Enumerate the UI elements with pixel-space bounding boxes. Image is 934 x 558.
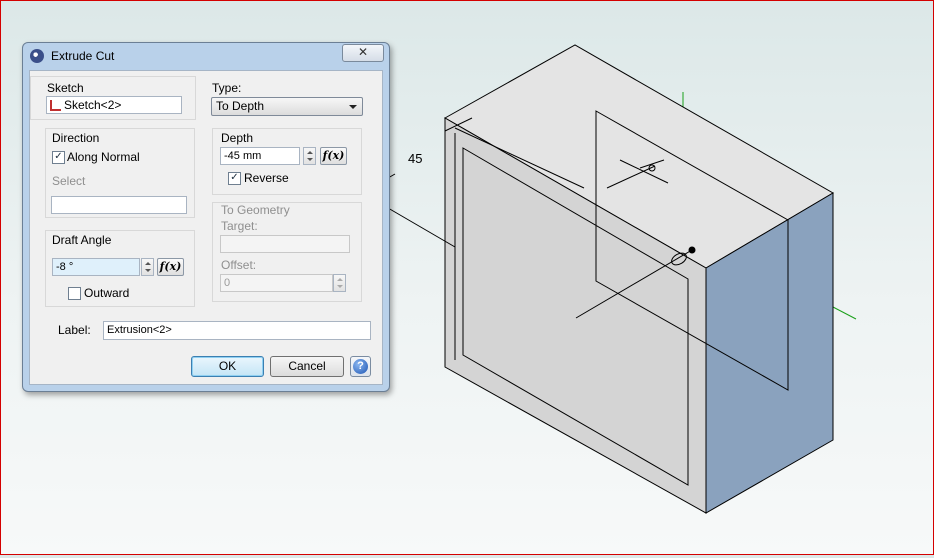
offset-spinner[interactable]	[333, 274, 346, 292]
type-select[interactable]: To Depth	[211, 97, 363, 116]
reverse-label: Reverse	[244, 171, 289, 185]
target-label: Target:	[221, 219, 258, 233]
depth-input[interactable]: -45 mm	[220, 147, 300, 165]
close-button[interactable]: ✕	[342, 44, 384, 62]
direction-group-label: Direction	[52, 131, 100, 145]
depth-group: Depth -45 mm f(x) ✓ Reverse	[212, 128, 362, 195]
sketch-icon	[50, 100, 61, 111]
label-input[interactable]: Extrusion<2>	[103, 321, 371, 340]
drag-handle[interactable]	[688, 246, 696, 254]
dimension-label[interactable]: 45	[408, 151, 422, 166]
draft-angle-fx-button[interactable]: f(x)	[157, 258, 184, 276]
sketch-group: Sketch Sketch<2>	[30, 76, 196, 120]
offset-input[interactable]: 0	[220, 274, 333, 292]
sketch-group-label: Sketch	[47, 81, 84, 95]
along-normal-label: Along Normal	[67, 150, 140, 164]
direction-select-field[interactable]	[51, 196, 187, 214]
label-caption: Label:	[58, 323, 91, 337]
draft-angle-spinner[interactable]	[141, 258, 154, 276]
chevron-down-icon[interactable]	[349, 105, 357, 109]
target-field[interactable]	[220, 235, 350, 253]
depth-spinner[interactable]	[303, 147, 316, 165]
help-icon: ?	[353, 359, 368, 374]
draft-angle-group-label: Draft Angle	[52, 233, 112, 247]
select-label: Select	[52, 174, 86, 188]
cancel-button[interactable]: Cancel	[270, 356, 344, 377]
sketch-field[interactable]: Sketch<2>	[46, 96, 182, 114]
to-geometry-group: To Geometry Target: Offset: 0	[212, 202, 362, 302]
app-logo-icon	[30, 49, 44, 63]
dialog-title: Extrude Cut	[51, 49, 115, 63]
along-normal-checkbox[interactable]: ✓	[52, 151, 65, 164]
type-selected-value: To Depth	[216, 99, 265, 113]
direction-group: Direction ✓ Along Normal Select	[45, 128, 195, 218]
ok-button[interactable]: OK	[191, 356, 264, 377]
help-button[interactable]: ?	[350, 356, 371, 377]
sketch-value: Sketch<2>	[64, 98, 122, 112]
draft-angle-input[interactable]: -8 °	[52, 258, 140, 276]
reverse-checkbox[interactable]: ✓	[228, 172, 241, 185]
depth-group-label: Depth	[221, 131, 254, 145]
z-axis-marker	[832, 306, 857, 320]
dialog-body: Sketch Sketch<2> Type: To Depth Directio…	[29, 70, 383, 385]
offset-label: Offset:	[221, 258, 257, 272]
draft-angle-group: Draft Angle -8 ° f(x) Outward	[45, 230, 195, 307]
dialog-titlebar[interactable]: Extrude Cut ✕	[23, 43, 389, 67]
extrude-cut-dialog: Extrude Cut ✕ Sketch Sketch<2> Type: To …	[22, 42, 390, 392]
type-label: Type:	[212, 81, 242, 95]
outward-label: Outward	[84, 286, 130, 300]
to-geometry-group-label: To Geometry	[221, 203, 290, 217]
outward-checkbox[interactable]	[68, 287, 81, 300]
depth-fx-button[interactable]: f(x)	[320, 147, 347, 165]
